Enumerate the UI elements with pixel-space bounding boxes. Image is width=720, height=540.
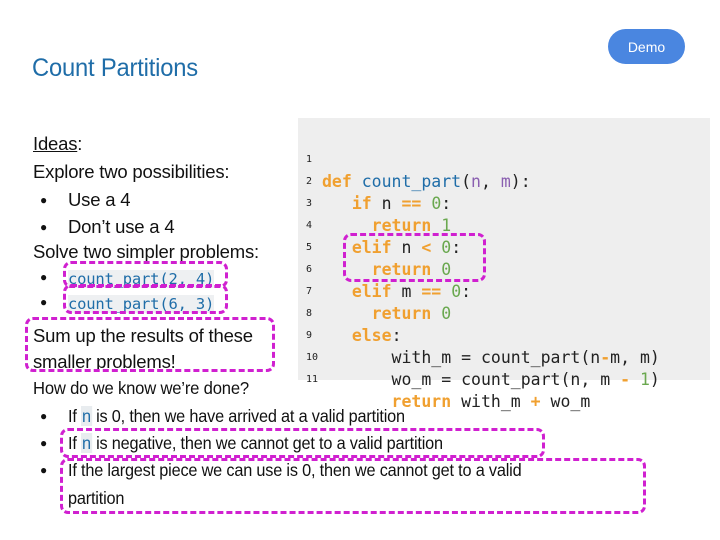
code-line-9: 9 with_m = count_part(n-m, m) (298, 303, 660, 367)
base-case-item: If n is 0, then we have arrived at a val… (68, 403, 405, 430)
code-line-10: 10 wo_m = count_part(n, m - 1) (298, 325, 660, 389)
var-n: n (570, 370, 581, 389)
var-m: m (639, 348, 650, 367)
op-plus: + (530, 392, 541, 411)
var-wo-m: wo_m (550, 392, 591, 411)
base-case-post: is negative, then we cannot get to a val… (91, 433, 443, 453)
var-n: n (401, 238, 412, 257)
code-line-6: 6 elif m == 0: (298, 237, 471, 301)
call-count-part: count_part (480, 348, 581, 367)
var-with-m: with_m (391, 348, 452, 367)
base-case-pre: If (68, 433, 82, 453)
done-question: How do we know we’re done? (33, 378, 249, 398)
base-case-item-cont: partition (68, 488, 125, 508)
num-zero: 0 (451, 282, 462, 301)
code-line-5: 5 return 0 (298, 215, 451, 279)
op-assign: = (461, 348, 472, 367)
subproblem-item: count_part(6, 3) (68, 289, 214, 318)
code-line-1: 1 def count_part(n, m): (298, 127, 531, 191)
code-line-7: 7 return 0 (298, 259, 451, 323)
bullet-icon: ● (40, 270, 48, 284)
page-title: Count Partitions (32, 54, 198, 82)
var-m: m (600, 370, 611, 389)
var-n: n (381, 194, 392, 213)
inline-code-n: n (81, 433, 92, 453)
call-count-part: count_part (461, 370, 561, 389)
base-case-item: If n is negative, then we cannot get to … (68, 430, 443, 457)
num-zero: 0 (441, 304, 452, 323)
keyword-return: return (371, 260, 432, 279)
ideas-colon: : (77, 133, 83, 154)
num-zero: 0 (441, 260, 452, 279)
param-n: n (471, 172, 481, 191)
code-line-3: 3 return 1 (298, 171, 451, 235)
bullet-icon: ● (40, 409, 48, 423)
var-with-m: with_m (461, 392, 521, 411)
var-m: m (401, 282, 412, 301)
num-zero: 0 (441, 238, 452, 257)
op-eq: == (401, 194, 422, 213)
code-line-8: 8 else: (298, 281, 402, 345)
op-minus: - (620, 370, 631, 389)
explore-text: Explore two possibilities: (33, 161, 230, 182)
num-one: 1 (441, 216, 452, 235)
var-wo-m: wo_m (391, 370, 432, 389)
keyword-else: else (351, 326, 392, 345)
num-one: 1 (639, 370, 650, 389)
keyword-if: if (351, 194, 372, 213)
op-minus: - (600, 348, 611, 367)
ideas-label: Ideas (33, 133, 78, 154)
op-lt: < (421, 238, 432, 257)
keyword-elif: elif (351, 282, 392, 301)
possibility-item: Use a 4 (68, 189, 131, 210)
base-case-pre: If (68, 406, 82, 426)
var-m: m (610, 348, 621, 367)
code-line-4: 4 elif n < 0: (298, 193, 461, 257)
num-zero: 0 (431, 194, 442, 213)
line-number: 11 (306, 374, 319, 385)
base-case-item: If the largest piece we can use is 0, th… (68, 460, 522, 480)
bullet-icon: ● (40, 295, 48, 309)
keyword-return: return (371, 216, 432, 235)
subproblem-code: count_part(2, 4) (68, 270, 215, 288)
sum-text-line1: Sum up the results of these (33, 325, 253, 346)
op-assign: = (441, 370, 452, 389)
bullet-icon: ● (40, 193, 48, 207)
possibility-item: Don’t use a 4 (68, 216, 175, 237)
param-m: m (500, 172, 511, 191)
var-n: n (590, 348, 601, 367)
op-eq: == (421, 282, 442, 301)
bullet-icon: ● (40, 220, 48, 234)
keyword-elif: elif (351, 238, 392, 257)
inline-code-n: n (81, 406, 92, 426)
demo-button[interactable]: Demo (608, 29, 685, 64)
ideas-heading: Ideas: (33, 130, 82, 157)
base-case-post: is 0, then we have arrived at a valid pa… (91, 406, 405, 426)
bullet-icon: ● (40, 463, 48, 477)
code-block: 1 def count_part(n, m): 2 if n == 0: 3 r… (298, 118, 710, 411)
function-name: count_part (361, 172, 462, 191)
code-line-11: 11 return with_m + wo_m (298, 347, 590, 411)
solve-text: Solve two simpler problems: (33, 241, 259, 262)
sum-text-line2: smaller problems! (33, 351, 176, 372)
code-line-2: 2 if n == 0: (298, 149, 451, 213)
subproblem-code: count_part(6, 3) (68, 295, 215, 313)
bullet-icon: ● (40, 436, 48, 450)
keyword-return: return (371, 304, 432, 323)
